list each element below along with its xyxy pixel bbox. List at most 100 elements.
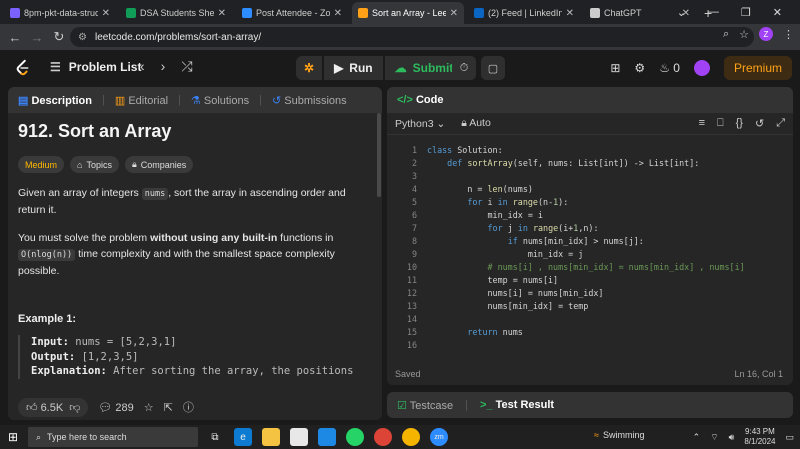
code-line[interactable]: # nums[i] , nums[min_idx] = nums[min_idx…: [427, 262, 745, 272]
next-problem-icon[interactable]: ›: [161, 58, 166, 75]
run-button[interactable]: ▶ Run: [324, 56, 383, 80]
chrome-active-icon[interactable]: [402, 428, 420, 446]
file-explorer-icon[interactable]: [262, 428, 280, 446]
cursor-position: Ln 16, Col 1: [734, 369, 783, 379]
task-view-icon[interactable]: ⧉: [206, 428, 224, 446]
browser-tab[interactable]: 8pm-pkt-data-struc ✕: [4, 2, 116, 24]
minimize-icon[interactable]: —: [708, 6, 719, 18]
layout-grid-icon[interactable]: ⊞: [610, 61, 620, 75]
tab-editorial[interactable]: ▥ Editorial: [115, 94, 168, 107]
reset-icon[interactable]: ↺: [755, 117, 764, 130]
autocomplete-toggle[interactable]: 🔒︎ Auto: [461, 117, 491, 130]
store-icon[interactable]: [290, 428, 308, 446]
profile-avatar[interactable]: Z: [759, 27, 773, 41]
zoom-icon[interactable]: ⌕: [723, 28, 729, 41]
reload-icon[interactable]: ↻: [48, 29, 70, 45]
topics-button[interactable]: ⌂ Topics: [70, 156, 119, 173]
edge-icon[interactable]: e: [234, 428, 252, 446]
browser-tab[interactable]: Post Attendee - Zoom ✕: [236, 2, 348, 24]
help-icon[interactable]: ⓘ: [183, 399, 194, 415]
code-line[interactable]: n = len(nums): [427, 184, 533, 194]
restore-icon[interactable]: ❐: [741, 6, 751, 19]
url-field[interactable]: ⚙ leetcode.com/problems/sort-an-array/: [70, 27, 754, 47]
timer-icon[interactable]: ⏱: [452, 56, 476, 80]
chrome-icon[interactable]: [374, 428, 392, 446]
line-number: 14: [406, 314, 417, 324]
clock[interactable]: 9:43 PM 8/1/2024: [744, 427, 775, 447]
chevron-down-icon[interactable]: ⌄: [677, 6, 686, 19]
taskbar-search[interactable]: ⌕ Type here to search: [28, 427, 198, 447]
prev-problem-icon[interactable]: ‹: [140, 58, 145, 75]
weather-label: Swimming: [602, 430, 645, 440]
code-line[interactable]: temp = nums[i]: [427, 275, 559, 285]
code-line[interactable]: def sortArray(self, nums: List[int]) -> …: [427, 158, 699, 168]
language-select[interactable]: Python3 ⌄: [395, 118, 445, 130]
zoom-app-icon[interactable]: zm: [430, 428, 448, 446]
mail-icon[interactable]: [318, 428, 336, 446]
code-editor[interactable]: 1 class Solution: 2 def sortArray(self, nu…: [387, 141, 793, 371]
browser-tab[interactable]: (2) Feed | LinkedIn ✕: [468, 2, 580, 24]
code-line[interactable]: for i in range(n-1):: [427, 197, 568, 207]
premium-button[interactable]: Premium: [723, 56, 792, 80]
code-line[interactable]: return nums: [427, 327, 522, 337]
fullscreen-icon[interactable]: ⤢: [776, 117, 785, 130]
line-number: 9: [411, 249, 417, 259]
code-line[interactable]: nums[i] = nums[min_idx]: [427, 288, 604, 298]
thumbs-down-icon[interactable]: 👎︎: [69, 401, 80, 414]
braces-icon[interactable]: {}: [736, 117, 743, 130]
code-line[interactable]: min_idx = i: [427, 210, 543, 220]
browser-tab[interactable]: Sort an Array - LeetC ✕: [352, 2, 464, 24]
browser-tab-title: Post Attendee - Zoom: [256, 8, 330, 18]
bookmark-star-icon[interactable]: ☆: [739, 28, 749, 41]
notes-icon[interactable]: ▢: [481, 56, 505, 80]
forward-icon[interactable]: →: [26, 30, 48, 45]
notification-icon[interactable]: ▭: [785, 432, 794, 443]
close-tab-icon[interactable]: ✕: [566, 8, 574, 19]
tab-testcase[interactable]: ☑ Testcase: [397, 399, 453, 412]
code-line[interactable]: for j in range(i+1,n):: [427, 223, 599, 233]
site-info-icon[interactable]: ⚙: [78, 32, 87, 43]
debug-button[interactable]: ✲: [296, 56, 323, 80]
close-tab-icon[interactable]: ✕: [450, 8, 458, 19]
companies-button[interactable]: 🔒︎ Companies: [124, 156, 194, 173]
volume-icon[interactable]: 🔊︎: [729, 432, 735, 443]
windows-start-icon[interactable]: ⊞: [8, 430, 18, 444]
bookmark-icon[interactable]: ⎕: [717, 117, 724, 130]
code-tab[interactable]: </> Code: [397, 94, 443, 106]
description-tabs: ▤ Description | ▥ Editorial | ⚗ Solution…: [8, 87, 382, 113]
code-line[interactable]: class Solution:: [427, 145, 503, 155]
close-tab-icon[interactable]: ✕: [334, 8, 342, 19]
line-number: 10: [406, 262, 417, 272]
tray-chevron-icon[interactable]: ⌃: [693, 432, 701, 443]
code-line[interactable]: min_idx = j: [427, 249, 583, 259]
tab-solutions[interactable]: ⚗ Solutions: [191, 94, 249, 107]
leetcode-logo-icon[interactable]: [14, 59, 32, 77]
description-scrollbar[interactable]: [377, 113, 381, 197]
settings-gear-icon[interactable]: ⚙: [634, 61, 645, 75]
format-icon[interactable]: ≡: [699, 117, 705, 130]
star-icon[interactable]: ☆: [144, 401, 154, 414]
avatar[interactable]: [693, 60, 710, 76]
like-button[interactable]: 👍︎ 6.5K: [26, 401, 63, 414]
network-icon[interactable]: ⌔: [710, 432, 718, 443]
menu-kebab-icon[interactable]: ⋮: [783, 28, 794, 41]
tab-description[interactable]: ▤ Description: [18, 94, 92, 107]
code-line[interactable]: nums[min_idx] = temp: [427, 301, 589, 311]
tab-test-result[interactable]: >_ Test Result: [480, 399, 554, 411]
close-tab-icon[interactable]: ✕: [218, 8, 226, 19]
problem-title: 912. Sort an Array: [18, 121, 172, 141]
whatsapp-icon[interactable]: [346, 428, 364, 446]
share-icon[interactable]: ⇱: [164, 401, 173, 414]
code-line[interactable]: if nums[min_idx] > nums[j]:: [427, 236, 644, 246]
problem-list-button[interactable]: ☰ Problem List: [50, 60, 141, 74]
tab-submissions[interactable]: ↺ Submissions: [272, 94, 347, 107]
browser-tab[interactable]: DSA Students Sheet.x ✕: [120, 2, 232, 24]
back-icon[interactable]: ←: [4, 30, 26, 45]
comments-button[interactable]: 💬︎ 289: [98, 401, 133, 414]
close-tab-icon[interactable]: ✕: [102, 8, 110, 19]
close-window-icon[interactable]: ✕: [773, 6, 782, 19]
explanation-value: After sorting the array, the positions: [106, 365, 354, 377]
shuffle-icon[interactable]: ⤮: [181, 58, 192, 75]
streak-counter[interactable]: ♨ 0: [659, 61, 680, 75]
weather-widget[interactable]: ≈ Swimming: [594, 430, 644, 440]
